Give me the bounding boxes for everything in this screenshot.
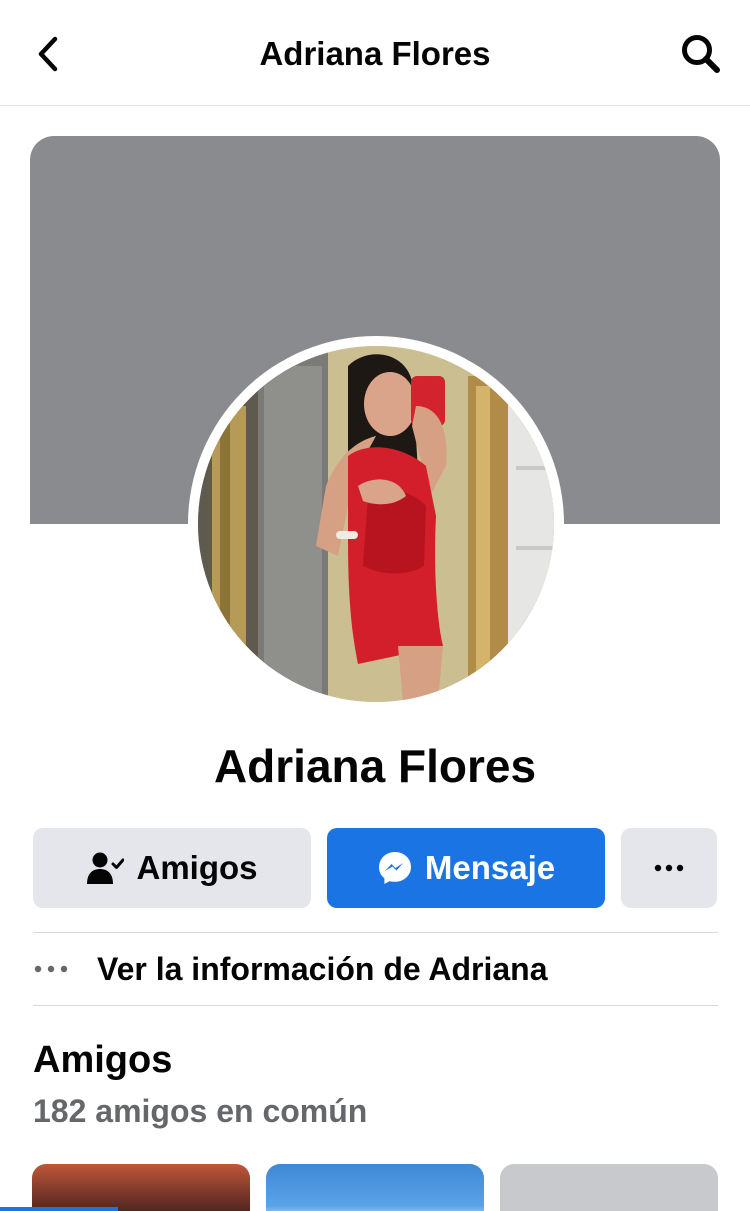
profile-name: Adriana Flores: [213, 740, 537, 792]
divider: [33, 932, 718, 933]
ellipsis-icon: [654, 864, 684, 872]
top-bar: Adriana Flores: [0, 0, 750, 106]
friends-button-label: Amigos: [136, 849, 258, 886]
message-button-label: Mensaje: [424, 849, 556, 886]
see-info-label: Ver la información de Adriana: [97, 950, 548, 987]
divider: [33, 1005, 718, 1006]
profile-photo: [198, 346, 554, 702]
more-options-button[interactable]: [621, 828, 717, 908]
message-button[interactable]: Mensaje: [327, 828, 605, 908]
friends-button[interactable]: Amigos: [33, 828, 311, 908]
friend-thumbnail[interactable]: [500, 1164, 718, 1211]
mutual-friends-count[interactable]: 182 amigos en común: [33, 1090, 367, 1132]
progress-indicator: [0, 1207, 118, 1211]
friend-thumbnail[interactable]: [32, 1164, 250, 1211]
friends-section-title: Amigos: [33, 1039, 173, 1081]
search-button[interactable]: [678, 32, 724, 76]
search-icon: [682, 35, 720, 73]
page-title: Adriana Flores: [259, 35, 491, 72]
friend-check-icon: [86, 851, 125, 885]
friend-thumbnail[interactable]: [266, 1164, 484, 1211]
avatar[interactable]: [188, 336, 564, 712]
messenger-icon: [377, 850, 413, 886]
ellipsis-icon: [33, 965, 97, 973]
see-info-row[interactable]: Ver la información de Adriana: [33, 934, 718, 1004]
